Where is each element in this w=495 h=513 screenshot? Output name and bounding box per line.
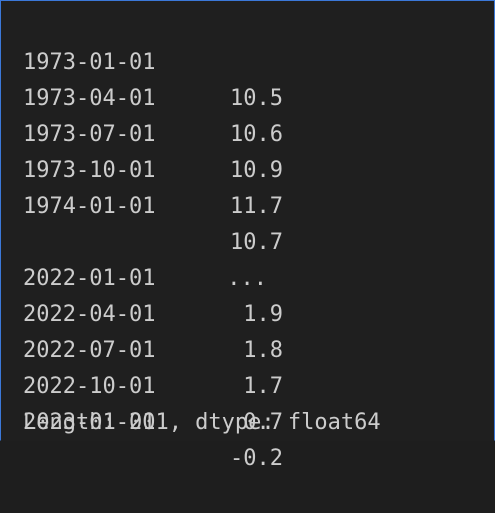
series-summary: Length: 201, dtype: float64 [23,410,381,435]
series-row: 2022-07-01 1.7 [1,297,494,399]
series-row: 2023-01-01 -0.2 [1,369,494,471]
series-row: 2022-10-01 0.7 [1,333,494,435]
row-value: -0.2 [230,446,283,471]
series-row: 1973-10-01 11.7 [1,117,494,219]
series-row: 1973-01-01 10.5 [1,9,494,111]
series-row: 1974-01-01 10.7 [1,153,494,255]
output-panel: 1973-01-01 10.5 1973-04-01 10.6 1973-07-… [0,0,495,471]
series-row: 2022-01-01 1.9 [1,225,494,327]
series-ellipsis-row: ... [1,189,494,291]
series-row: 2022-04-01 1.8 [1,261,494,363]
series-output: 1973-01-01 10.5 1973-04-01 10.6 1973-07-… [1,9,494,471]
series-row: 1973-07-01 10.9 [1,81,494,183]
series-row: 1973-04-01 10.6 [1,45,494,147]
